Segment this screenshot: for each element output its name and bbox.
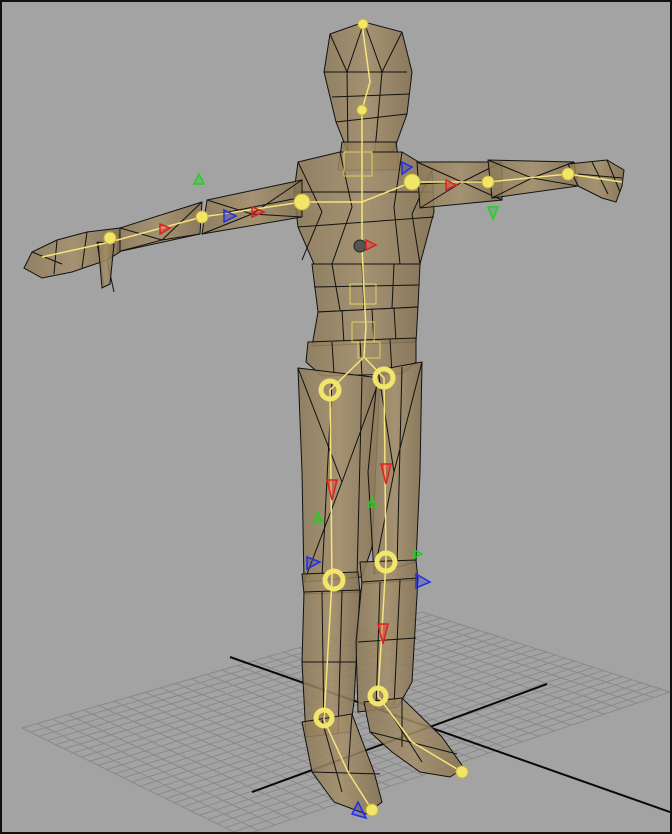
joint-head-top[interactable] [357,18,369,30]
viewport-canvas[interactable] [2,2,670,832]
joint-spine[interactable] [353,239,367,253]
character-mesh[interactable] [24,22,624,814]
joint-shoulder-left[interactable] [293,193,311,211]
joint-toe-right[interactable] [455,765,469,779]
grid-line [421,611,670,693]
joint-wrist-left[interactable] [103,231,117,245]
joint-elbow-right[interactable] [481,175,495,189]
head-mesh[interactable] [324,22,412,162]
grid-line [391,620,638,704]
joint-toe-left[interactable] [365,803,379,817]
joint-shoulder-right[interactable] [403,173,421,191]
grid-line [406,615,654,699]
thigh-right-mesh[interactable] [368,362,422,574]
joint-elbow-left[interactable] [195,210,209,224]
joint-wrist-right[interactable] [561,167,575,181]
joint-head[interactable] [356,104,368,116]
3d-viewport[interactable] [0,0,672,834]
